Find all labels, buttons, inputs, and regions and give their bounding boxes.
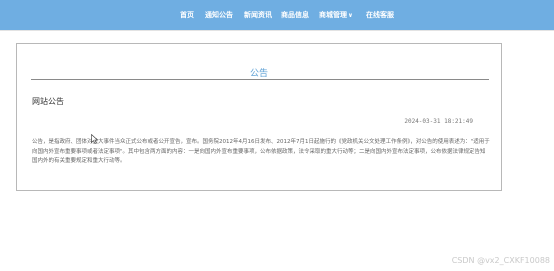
notice-date: 2024-03-31 18:21:49 — [404, 118, 473, 125]
nav-item-products[interactable]: 商品信息 — [281, 0, 309, 30]
nav-item-customer-service[interactable]: 在线客服 — [366, 0, 394, 30]
mouse-cursor-icon — [91, 134, 99, 144]
nav-item-mall-management[interactable]: 商城管理∨ — [319, 0, 353, 30]
top-navigation-bar: 首页 通知公告 新闻资讯 商品信息 商城管理∨ 在线客服 — [0, 0, 554, 30]
nav-divider — [0, 30, 554, 31]
notice-body: 公告，是指政府、团体对重大事件当众正式公布或者公开宣告，宣布。国务院2012年4… — [32, 139, 490, 164]
announcement-panel: 公告 网站公告 2024-03-31 18:21:49 公告，是指政府、团体对重… — [16, 43, 502, 191]
nav-item-news[interactable]: 新闻资讯 — [244, 0, 272, 30]
nav-item-home[interactable]: 首页 — [180, 0, 194, 30]
panel-title: 公告 — [249, 69, 268, 79]
nav-item-notices[interactable]: 通知公告 — [205, 0, 233, 30]
title-divider — [31, 79, 489, 80]
chevron-down-icon: ∨ — [348, 12, 353, 19]
nav-item-mall-management-label: 商城管理 — [319, 11, 347, 19]
notice-title: 网站公告 — [32, 97, 64, 106]
watermark-text: CSDN @vx2_CXKF10088 — [451, 256, 550, 265]
